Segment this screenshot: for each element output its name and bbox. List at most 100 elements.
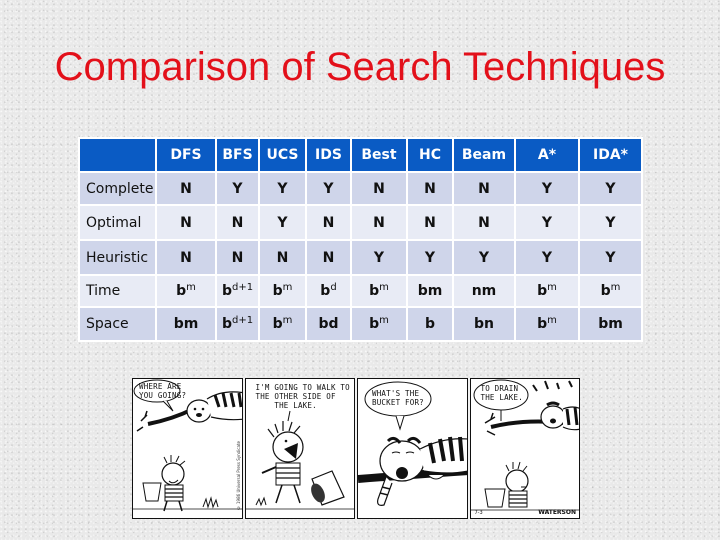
cell-value: bm [417, 283, 443, 299]
cell-exponent: m [282, 282, 293, 293]
cell-value: Y [541, 180, 553, 197]
cell-value: bm [173, 316, 199, 332]
table-cell: Y [258, 204, 307, 241]
cell-value: N [478, 180, 490, 197]
table-cell: bd+1 [215, 306, 260, 342]
table-header-row: DFS BFS UCS IDS Best HC Beam A* IDA* [78, 137, 643, 173]
table-cell: N [155, 239, 217, 276]
table-cell: Y [305, 171, 352, 206]
table-cell: Y [514, 171, 580, 206]
header-corner-cell [78, 137, 157, 173]
comic-signature: WATERSON [538, 509, 576, 516]
table-cell: bm [514, 274, 580, 308]
cell-value: b [221, 283, 232, 299]
table-row: Time bm bd+1 bm bd bm bm nm bm bm [78, 274, 643, 308]
cell-value: N [478, 214, 490, 231]
table-cell: N [452, 171, 516, 206]
table-cell: N [215, 204, 260, 241]
table-cell: b [406, 306, 454, 342]
cell-value: N [373, 180, 385, 197]
cell-value: nm [471, 283, 497, 299]
row-label: Optimal [78, 204, 157, 241]
cell-value: N [322, 214, 335, 231]
cell-exponent: m [379, 315, 389, 326]
table-cell: Y [452, 239, 516, 276]
column-header: HC [406, 137, 454, 173]
table-cell: bm [155, 306, 217, 342]
cell-exponent: m [547, 315, 557, 326]
table-cell: bm [258, 306, 307, 342]
table-cell: Y [514, 239, 580, 276]
speech-balloon-3: WHAT'S THE BUCKET FOR? [372, 389, 424, 407]
table-cell: N [305, 204, 352, 241]
cell-value: N [276, 249, 289, 266]
table-cell: Y [258, 171, 307, 206]
column-header: BFS [215, 137, 260, 173]
table-cell: Y [406, 239, 454, 276]
cell-exponent: m [282, 315, 293, 326]
cell-value: Y [323, 180, 334, 197]
table-cell: N [350, 171, 408, 206]
column-header: IDA* [578, 137, 643, 173]
cell-value: Y [605, 180, 616, 197]
cell-value: b [221, 316, 232, 332]
cell-value: N [322, 249, 335, 266]
cell-value: Y [373, 249, 385, 266]
cell-value: bd [318, 316, 339, 332]
cell-exponent: d+1 [231, 315, 254, 326]
table-cell: bm [514, 306, 580, 342]
cell-value: Y [478, 249, 490, 266]
comic-copyright: © 1986 Universal Press Syndicate [235, 440, 241, 510]
table-body: Complete N Y Y Y N N N Y Y Optimal N N Y N N N N Y Y Heurist… [78, 171, 643, 342]
table-cell: Y [578, 204, 643, 241]
cell-value: Y [277, 214, 288, 231]
table-cell: bm [578, 306, 643, 342]
cell-exponent: d [330, 282, 337, 293]
cell-value: b [537, 283, 548, 299]
cell-value: N [424, 180, 436, 197]
comparison-table: DFS BFS UCS IDS Best HC Beam A* IDA* Com… [78, 137, 643, 342]
column-header: Beam [452, 137, 516, 173]
cell-value: b [272, 316, 283, 332]
cell-exponent: d+1 [231, 282, 254, 293]
row-label: Space [78, 306, 157, 342]
cell-value: Y [541, 214, 553, 231]
cell-value: Y [424, 249, 436, 266]
table-cell: Y [578, 171, 643, 206]
row-label: Heuristic [78, 239, 157, 276]
table-cell: N [350, 204, 408, 241]
row-label: Time [78, 274, 157, 308]
cell-value: b [272, 283, 283, 299]
cell-value: Y [541, 249, 553, 266]
cell-value: N [180, 214, 192, 231]
table-cell: Y [215, 171, 260, 206]
table-cell: N [406, 204, 454, 241]
slide-title: Comparison of Search Techniques [54, 45, 666, 89]
table-cell: bd [305, 306, 352, 342]
speech-balloon-1: WHERE ARE YOU GOING? [139, 382, 187, 400]
table-cell: bd+1 [215, 274, 260, 308]
table-cell: bm [578, 274, 643, 308]
comic-date: 7-3 [474, 510, 483, 516]
table-cell: bn [452, 306, 516, 342]
speech-balloon-2: I'M GOING TO WALK TO THE OTHER SIDE OF T… [255, 383, 350, 410]
column-header: UCS [258, 137, 307, 173]
table-cell: bm [350, 274, 408, 308]
cell-value: bm [598, 316, 623, 332]
cell-value: Y [605, 214, 616, 231]
cell-value: N [180, 249, 192, 266]
cell-value: N [231, 214, 244, 231]
cell-value: Y [277, 180, 288, 197]
table-cell: N [406, 171, 454, 206]
column-header: A* [514, 137, 580, 173]
table-cell: N [258, 239, 307, 276]
cell-value: N [180, 180, 192, 197]
column-header: IDS [305, 137, 352, 173]
cell-value: Y [232, 180, 243, 197]
cell-value: b [369, 316, 380, 332]
table-cell: Y [350, 239, 408, 276]
table-cell: N [215, 239, 260, 276]
cell-value: N [373, 214, 385, 231]
column-header: DFS [155, 137, 217, 173]
table-cell: bd [305, 274, 352, 308]
